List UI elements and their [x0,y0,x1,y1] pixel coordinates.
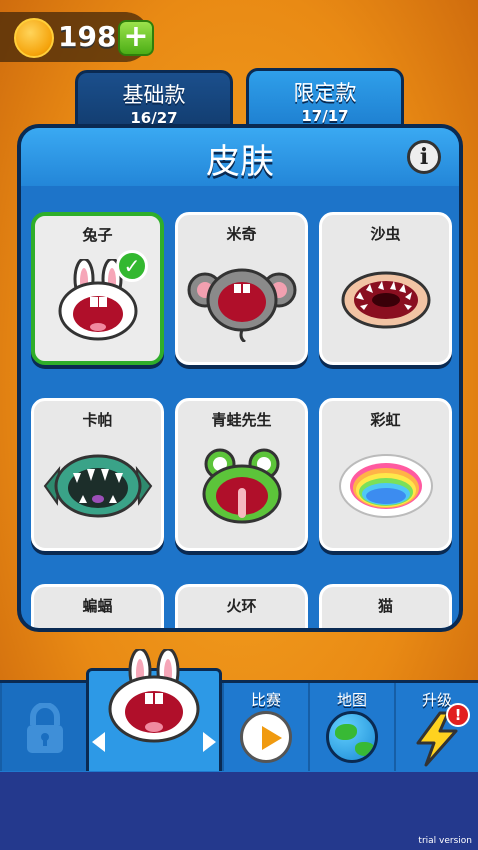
skin-label: 青蛙先生 [211,411,272,429]
add-coins-button[interactable]: + [118,20,154,56]
sandworm-mouth-icon [341,271,430,329]
globe-icon [326,711,378,763]
skin-label: 蝙蝠 [82,597,113,615]
kappa-mouth-icon [43,454,152,518]
nav-map-label: 地图 [336,691,367,709]
skin-card-bat[interactable]: 蝙蝠 [31,584,164,628]
mouse-mouth-icon [187,268,296,342]
skin-card-fire-ring[interactable]: 火环 [175,584,308,628]
nav-upgrade[interactable]: 升级 ! [394,683,478,771]
skin-label: 火环 [226,597,257,615]
tab-basic[interactable]: 基础款 16/27 [75,70,233,128]
nav-locked[interactable] [0,683,86,771]
skin-card-rainbow[interactable]: 彩虹 [319,398,452,551]
info-button[interactable]: i [407,140,441,174]
skin-label: 兔子 [82,226,113,244]
nav-race-label: 比赛 [250,691,281,709]
skin-label: 彩虹 [370,411,401,429]
nav-skin-selector[interactable] [86,649,222,771]
tab-limited-title: 限定款 [293,81,357,105]
frog-mouth-icon [202,448,281,524]
bottom-base [0,770,478,850]
skin-card-sandworm[interactable]: 沙虫 [319,212,452,365]
selected-check-icon: ✓ [116,250,148,282]
rabbit-avatar-icon [108,649,200,743]
prev-skin-arrow-icon[interactable] [92,732,105,752]
skin-grid[interactable]: 兔子 ✓ 米奇 沙虫 卡帕 青蛙先生 彩虹 蝙蝠 火环 猫 [21,186,459,628]
skin-card-kappa[interactable]: 卡帕 [31,398,164,551]
tab-basic-title: 基础款 [122,83,186,107]
skin-label: 米奇 [226,225,257,243]
watermark: trial version [418,836,472,846]
alert-badge: ! [446,703,470,727]
skin-card-cat[interactable]: 猫 [319,584,452,628]
skins-panel: 皮肤 i 兔子 ✓ 米奇 沙虫 卡帕 青蛙先生 彩虹 蝙蝠 火环 猫 [17,124,463,632]
next-skin-arrow-icon[interactable] [203,732,216,752]
tab-limited-count: 17/17 [301,107,349,125]
rainbow-mouth-icon [338,454,433,518]
coin-icon [14,18,54,58]
skin-card-mickey[interactable]: 米奇 [175,212,308,365]
coin-count: 198 [58,20,117,53]
nav-race[interactable]: 比赛 [222,683,308,771]
panel-title: 皮肤 [206,142,274,182]
skin-label: 卡帕 [82,411,113,429]
play-icon [240,711,292,763]
panel-header: 皮肤 i [21,128,459,186]
skin-label: 沙虫 [370,225,401,243]
tab-limited[interactable]: 限定款 17/17 [246,68,404,128]
skin-label: 猫 [377,597,393,615]
lock-icon [27,703,63,753]
skin-card-frog[interactable]: 青蛙先生 [175,398,308,551]
nav-map[interactable]: 地图 [308,683,394,771]
skin-card-rabbit[interactable]: 兔子 ✓ [31,212,164,365]
